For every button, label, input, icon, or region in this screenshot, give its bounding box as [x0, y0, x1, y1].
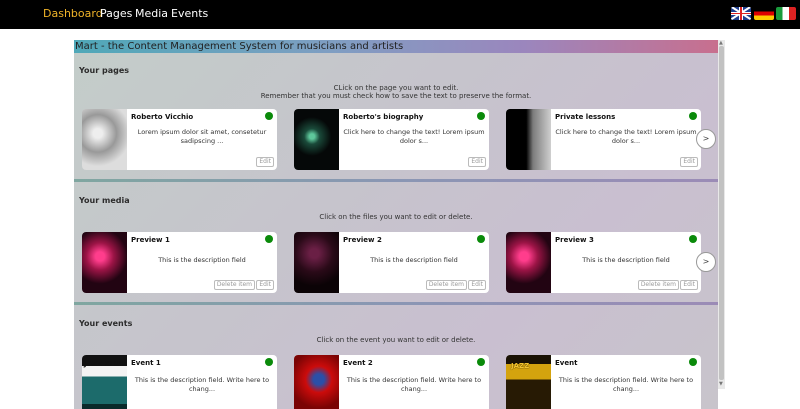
section-title-pages: Your pages	[79, 66, 130, 75]
poster-label: JAZZ	[511, 362, 530, 370]
nav-link-media[interactable]: Media	[135, 7, 168, 21]
nav-link-events[interactable]: Events	[171, 7, 208, 21]
top-navbar: Dashboard Pages Media Events	[0, 0, 800, 29]
edit-button[interactable]: Edit	[468, 157, 486, 167]
status-dot-icon	[689, 358, 697, 366]
event-card-name: Event	[555, 359, 578, 367]
page-card-name: Roberto Vicchio	[131, 113, 194, 121]
pages-hint-line2: Remember that you must check how to save…	[260, 92, 532, 100]
page-card[interactable]: Roberto's biography Click here to change…	[294, 109, 489, 170]
section-divider	[74, 179, 718, 182]
status-dot-icon	[265, 112, 273, 120]
flag-de-icon[interactable]	[754, 7, 774, 20]
edit-button[interactable]: Edit	[256, 157, 274, 167]
delete-item-button[interactable]: Delete item	[637, 280, 679, 290]
flag-it-icon[interactable]	[776, 7, 796, 20]
event-card-desc: This is the description field. Write her…	[346, 376, 482, 393]
section-title-events: Your events	[79, 319, 133, 328]
media-card[interactable]: Preview 1 This is the description field …	[82, 232, 277, 293]
page-card-desc: Lorem ipsum dolor sit amet, consetetur s…	[137, 128, 267, 145]
status-dot-icon	[477, 235, 485, 243]
event-card-name: Event 2	[343, 359, 373, 367]
page-card-name: Roberto's biography	[343, 113, 424, 121]
scroll-up-icon[interactable]: ▲	[719, 40, 723, 46]
jazz-poster: JAZZ	[506, 355, 551, 409]
spider-poster	[294, 355, 339, 409]
page-card[interactable]: Roberto Vicchio Lorem ipsum dolor sit am…	[82, 109, 277, 170]
dark-concert-photo	[294, 232, 339, 293]
media-card-name: Preview 3	[555, 236, 594, 244]
edit-button[interactable]: Edit	[680, 157, 698, 167]
page-card-name: Private lessons	[555, 113, 616, 121]
status-dot-icon	[689, 235, 697, 243]
pink-concert-photo	[506, 232, 551, 293]
media-card-desc: This is the description field	[582, 256, 670, 264]
panel-title: Mart - the Content Management System for…	[74, 40, 718, 53]
media-hint: Click on the files you want to edit or d…	[319, 213, 473, 221]
status-dot-icon	[265, 235, 273, 243]
page-card-desc: Click here to change the text! Lorem ips…	[555, 128, 697, 145]
pages-next-button[interactable]: >	[696, 129, 716, 149]
event-card-name: Event 1	[131, 359, 161, 367]
media-card-name: Preview 2	[343, 236, 382, 244]
media-card[interactable]: Preview 2 This is the description field …	[294, 232, 489, 293]
media-card-name: Preview 1	[131, 236, 170, 244]
scrollbar-thumb[interactable]	[719, 46, 724, 380]
nav-link-dashboard[interactable]: Dashboard	[43, 7, 103, 21]
delete-item-button[interactable]: Delete item	[213, 280, 255, 290]
events-hint: Click on the event you want to edit or d…	[316, 336, 476, 344]
page-card-desc: Click here to change the text! Lorem ips…	[343, 128, 485, 145]
event-card[interactable]: JAZZ Event This is the description field…	[506, 355, 701, 409]
dashboard-panel: Mart - the Content Management System for…	[74, 40, 718, 409]
status-dot-icon	[265, 358, 273, 366]
media-card-desc: This is the description field	[158, 256, 246, 264]
delete-item-button[interactable]: Delete item	[425, 280, 467, 290]
media-card-desc: This is the description field	[370, 256, 458, 264]
scroll-down-icon[interactable]: ▼	[719, 381, 723, 387]
status-dot-icon	[689, 112, 697, 120]
poster-label: JAZZ CLUB	[84, 360, 125, 368]
nav-link-pages[interactable]: Pages	[100, 7, 132, 21]
pink-concert-photo	[82, 232, 127, 293]
jazz-club-poster: JAZZ CLUB	[82, 355, 127, 409]
trumpet-player-photo	[82, 109, 127, 170]
media-next-button[interactable]: >	[696, 252, 716, 272]
event-card[interactable]: JAZZ CLUB Event 1 This is the descriptio…	[82, 355, 277, 409]
edit-button[interactable]: Edit	[468, 280, 486, 290]
section-divider	[74, 302, 718, 305]
media-card[interactable]: Preview 3 This is the description field …	[506, 232, 701, 293]
bw-trumpet-photo	[506, 109, 551, 170]
edit-button[interactable]: Edit	[680, 280, 698, 290]
status-dot-icon	[477, 358, 485, 366]
edit-button[interactable]: Edit	[256, 280, 274, 290]
status-dot-icon	[477, 112, 485, 120]
event-card[interactable]: Event 2 This is the description field. W…	[294, 355, 489, 409]
stage-photo	[294, 109, 339, 170]
section-title-media: Your media	[79, 196, 130, 205]
page-card[interactable]: Private lessons Click here to change the…	[506, 109, 701, 170]
flag-uk-icon[interactable]	[731, 7, 751, 20]
event-card-desc: This is the description field. Write her…	[134, 376, 270, 393]
event-card-desc: This is the description field. Write her…	[558, 376, 694, 393]
